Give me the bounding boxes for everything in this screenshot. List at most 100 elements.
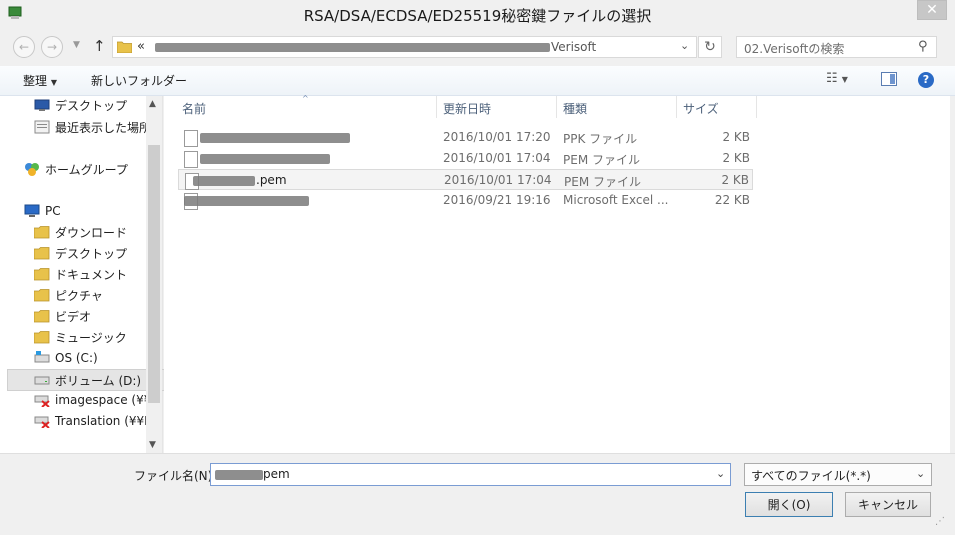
column-separator[interactable] — [676, 96, 677, 118]
redacted-path — [155, 43, 550, 52]
homegroup-icon — [24, 162, 40, 176]
nav-item-label: imagespace (¥¥ — [55, 393, 152, 407]
open-button[interactable]: 開く(O) — [745, 492, 833, 517]
details-view-icon: ☷ — [826, 71, 838, 86]
preview-pane-icon — [890, 74, 895, 84]
file-row[interactable]: 2016/09/21 19:16 Microsoft Excel ... 22 KB — [178, 190, 753, 211]
back-arrow-icon: ← — [18, 40, 30, 54]
file-type: PPK ファイル — [563, 132, 638, 146]
file-row[interactable]: 2016/10/01 17:04 PEM ファイル 2 KB — [178, 148, 753, 169]
nav-item-label: デスクトップ — [55, 98, 128, 113]
organize-button[interactable]: 整理 ▼ — [23, 72, 57, 89]
documents-folder-icon — [34, 267, 50, 281]
redacted-filename — [184, 196, 309, 206]
network-drive-disconnected-icon — [34, 393, 50, 408]
nav-item-label: 最近表示した場所 — [55, 120, 152, 135]
file-size: 22 KB — [714, 193, 750, 207]
column-header-size[interactable]: サイズ — [683, 100, 719, 117]
downloads-folder-icon — [34, 225, 50, 239]
up-arrow-icon: ↑ — [93, 37, 106, 55]
file-date: 2016/10/01 17:20 — [443, 130, 551, 144]
refresh-icon: ↻ — [704, 39, 716, 55]
file-type: PEM ファイル — [563, 153, 640, 167]
file-type: PEM ファイル — [564, 175, 641, 189]
cancel-button[interactable]: キャンセル — [845, 492, 931, 517]
music-folder-icon — [34, 330, 50, 344]
file-icon — [184, 130, 198, 147]
filename-label: ファイル名(N): — [134, 469, 217, 483]
column-header-name[interactable]: 名前 — [182, 100, 206, 117]
address-bar[interactable]: « Verisoft ⌄ — [112, 36, 697, 58]
recent-locations-dropdown[interactable]: ▼ — [73, 40, 80, 50]
desktop-icon — [34, 98, 50, 112]
nav-item-label: OS (C:) — [55, 351, 98, 365]
up-button[interactable]: ↑ — [93, 37, 106, 55]
close-button[interactable]: ✕ — [917, 0, 947, 20]
nav-scrollbar-thumb[interactable] — [148, 145, 160, 403]
column-header-date[interactable]: 更新日時 — [443, 100, 491, 117]
sort-ascending-icon: ^ — [302, 94, 309, 103]
chevron-down-icon: ▼ — [841, 75, 848, 84]
chevron-down-icon[interactable]: ⌄ — [916, 467, 925, 480]
help-button[interactable]: ? — [918, 72, 934, 88]
nav-item-label: ダウンロード — [55, 225, 128, 240]
videos-folder-icon — [34, 309, 50, 323]
nav-item-label: ボリューム (D:) — [55, 373, 142, 388]
file-size: 2 KB — [721, 173, 749, 187]
refresh-button[interactable]: ↻ — [698, 36, 722, 58]
chevron-down-icon: ▼ — [50, 78, 57, 87]
back-button[interactable]: ← — [13, 36, 35, 58]
file-type: Microsoft Excel ... — [563, 193, 669, 207]
forward-button[interactable]: → — [41, 36, 63, 58]
help-icon: ? — [922, 73, 930, 86]
redacted-filename — [200, 133, 350, 143]
desktop-folder-icon — [34, 246, 50, 260]
nav-item-label: ドキュメント — [55, 267, 128, 282]
pictures-folder-icon — [34, 288, 50, 302]
chevron-down-icon[interactable]: ⌄ — [716, 467, 725, 480]
file-size: 2 KB — [722, 151, 750, 165]
filename-input[interactable]: pem ⌄ — [210, 463, 731, 486]
file-row[interactable]: .pem 2016/10/01 17:04 PEM ファイル 2 KB — [178, 169, 753, 190]
pc-icon — [24, 204, 40, 218]
nav-item-label: ホームグループ — [45, 162, 128, 177]
redacted-filename — [200, 154, 330, 164]
search-icon[interactable]: ⚲ — [918, 39, 928, 54]
window-title: RSA/DSA/ECDSA/ED25519秘密鍵ファイルの選択 — [303, 7, 652, 25]
scroll-down-icon[interactable]: ▼ — [149, 440, 156, 450]
column-separator[interactable] — [756, 96, 757, 118]
close-icon: ✕ — [926, 2, 938, 18]
resize-grip-icon[interactable]: ⋰ — [935, 516, 949, 530]
os-drive-icon — [34, 351, 50, 365]
file-date: 2016/10/01 17:04 — [443, 151, 551, 165]
scroll-up-icon[interactable]: ▲ — [149, 99, 156, 109]
folder-icon — [117, 41, 132, 53]
filetype-select[interactable]: すべてのファイル(*.*) ⌄ — [744, 463, 932, 486]
breadcrumb-overflow[interactable]: « — [137, 39, 145, 54]
file-name: .pem — [256, 173, 287, 187]
nav-item-label: ビデオ — [55, 309, 92, 324]
recent-places-icon — [34, 120, 50, 134]
column-separator[interactable] — [556, 96, 557, 118]
nav-item-label: ピクチャ — [55, 288, 103, 303]
chevron-down-icon[interactable]: ⌄ — [680, 39, 689, 52]
nav-item-label: Translation (¥¥I — [55, 414, 148, 428]
forward-arrow-icon: → — [46, 40, 58, 54]
nav-item-label: PC — [45, 204, 61, 218]
search-box[interactable]: 02.Verisoftの検索 ⚲ — [736, 36, 937, 58]
drive-icon — [34, 373, 50, 387]
search-input[interactable]: 02.Verisoftの検索 — [744, 40, 844, 57]
breadcrumb-current[interactable]: Verisoft — [551, 40, 596, 54]
redacted-filename — [215, 470, 263, 480]
file-row[interactable]: 2016/10/01 17:20 PPK ファイル 2 KB — [178, 127, 753, 148]
network-drive-disconnected-icon — [34, 414, 50, 429]
new-folder-button[interactable]: 新しいフォルダー — [91, 72, 187, 89]
column-separator[interactable] — [436, 96, 437, 118]
column-header-type[interactable]: 種類 — [563, 100, 587, 117]
view-options-button[interactable]: ☷ ▼ — [826, 71, 848, 86]
file-date: 2016/10/01 17:04 — [444, 173, 552, 187]
file-size: 2 KB — [722, 130, 750, 144]
file-date: 2016/09/21 19:16 — [443, 193, 551, 207]
nav-item-label: デスクトップ — [55, 246, 128, 261]
preview-pane-button[interactable] — [881, 72, 897, 86]
